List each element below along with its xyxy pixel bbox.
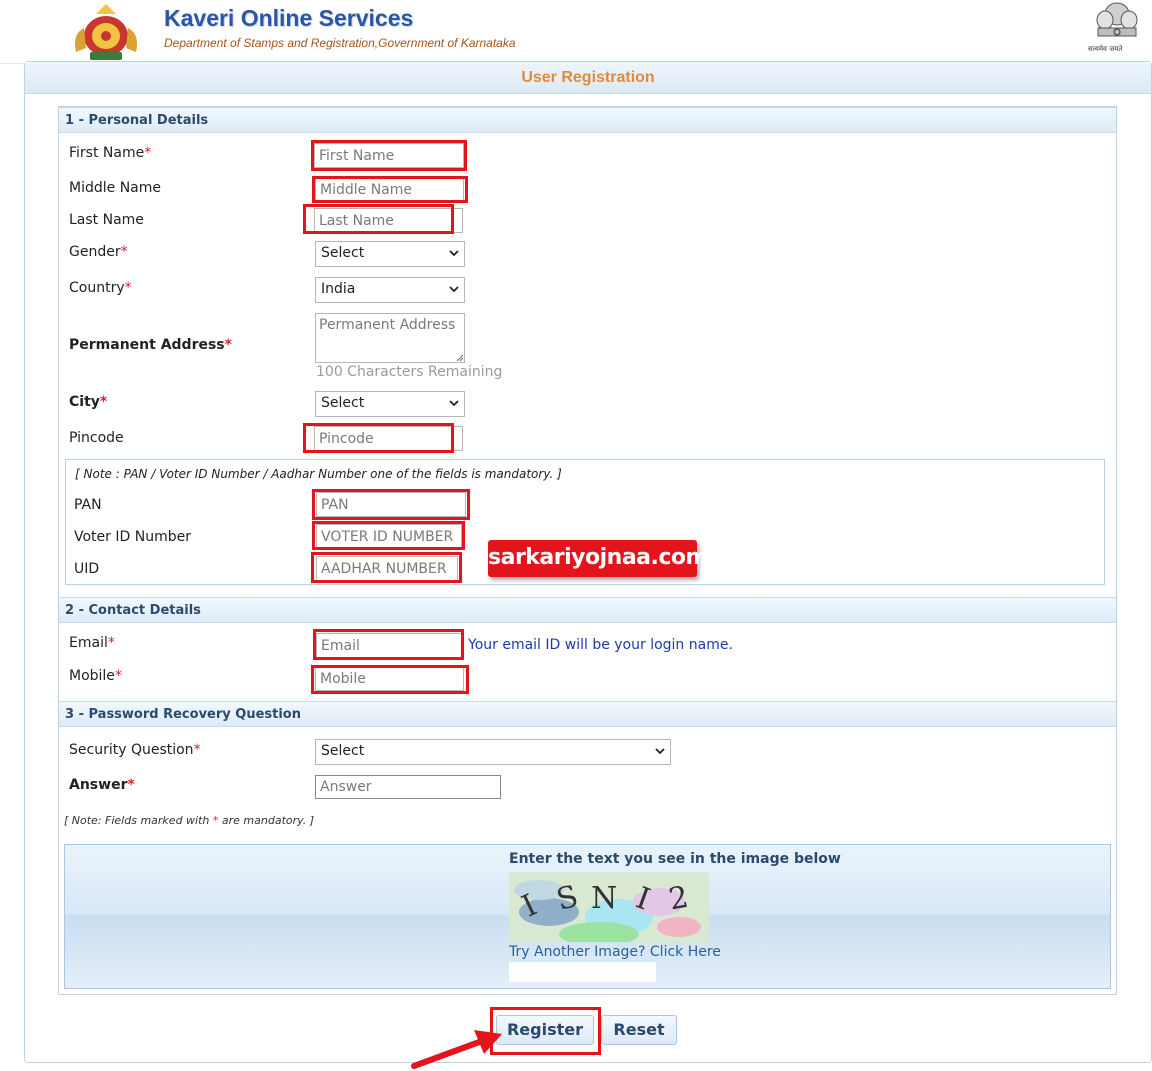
email-label: Email* [69, 635, 115, 651]
security-question-selected: Select [321, 743, 365, 759]
uid-input[interactable] [316, 556, 458, 581]
captcha-refresh-link[interactable]: Try Another Image? Click Here [509, 944, 721, 960]
chevron-down-icon [449, 250, 459, 257]
country-selected: India [321, 281, 356, 297]
answer-input[interactable] [315, 775, 501, 799]
middle-name-input[interactable] [315, 177, 464, 202]
address-textarea[interactable]: Permanent Address [315, 313, 465, 363]
email-hint: Your email ID will be your login name. [468, 637, 733, 653]
country-label: Country* [69, 280, 132, 296]
first-name-label: First Name* [69, 145, 152, 161]
register-button[interactable]: Register [496, 1015, 594, 1045]
last-name-label: Last Name [69, 212, 144, 228]
site-subtitle: Department of Stamps and Registration,Go… [164, 36, 516, 50]
red-arrow-icon [411, 1030, 502, 1069]
middle-name-label: Middle Name [69, 180, 161, 196]
pincode-input[interactable] [314, 426, 463, 451]
captcha-char-3: N [591, 881, 617, 916]
section-password-recovery: 3 - Password Recovery Question [59, 701, 1116, 727]
captcha-input[interactable] [509, 962, 656, 982]
section-title: 1 - Personal Details [65, 113, 209, 128]
address-char-counter: 100 Characters Remaining [316, 364, 503, 380]
city-selected: Select [321, 395, 365, 411]
gender-selected: Select [321, 245, 365, 261]
section-title: 2 - Contact Details [65, 603, 201, 618]
site-header: Kaveri Online Services Department of Sta… [0, 0, 1152, 64]
security-question-label: Security Question* [69, 742, 201, 758]
mobile-label: Mobile* [69, 668, 122, 684]
site-title: Kaveri Online Services [164, 5, 414, 31]
address-placeholder: Permanent Address [319, 317, 456, 333]
gender-label: Gender* [69, 244, 128, 260]
mandatory-fields-note: [ Note: Fields marked with * are mandato… [64, 814, 315, 827]
section-personal-details: 1 - Personal Details [59, 107, 1116, 133]
country-select[interactable]: India [315, 277, 465, 303]
gender-select[interactable]: Select [315, 241, 465, 267]
chevron-down-icon [655, 748, 665, 755]
pan-label: PAN [74, 497, 102, 513]
first-name-input[interactable] [314, 143, 464, 168]
email-input[interactable] [316, 633, 462, 658]
chevron-down-icon [449, 400, 459, 407]
emblem-motto: सत्यमेव जयते [1088, 45, 1123, 53]
form-title: User Registration [521, 69, 655, 86]
id-fields-note: [ Note : PAN / Voter ID Number / Aadhar … [75, 467, 562, 481]
section-title: 3 - Password Recovery Question [65, 707, 301, 722]
captcha-heading: Enter the text you see in the image belo… [509, 851, 841, 867]
uid-label: UID [74, 561, 100, 577]
city-select[interactable]: Select [315, 391, 465, 417]
chevron-down-icon [449, 286, 459, 293]
watermark-badge: sarkariyojnaa.com [488, 540, 708, 577]
section-contact-details: 2 - Contact Details [59, 597, 1116, 623]
karnataka-emblem-icon [75, 4, 137, 60]
resize-handle-icon[interactable] [455, 353, 463, 361]
pan-input[interactable] [316, 492, 466, 517]
answer-label: Answer* [69, 777, 135, 793]
security-question-select[interactable]: Select [315, 739, 671, 765]
mobile-input[interactable] [315, 666, 464, 691]
city-label: City* [69, 394, 108, 410]
captcha-image: I S N I 2 [509, 872, 709, 942]
pincode-label: Pincode [69, 430, 124, 446]
last-name-input[interactable] [314, 208, 463, 233]
voter-id-label: Voter ID Number [74, 529, 191, 545]
address-label: Permanent Address* [69, 337, 232, 353]
reset-button[interactable]: Reset [601, 1015, 677, 1045]
form-title-bar: User Registration [25, 62, 1151, 94]
voter-id-input[interactable] [316, 524, 462, 549]
